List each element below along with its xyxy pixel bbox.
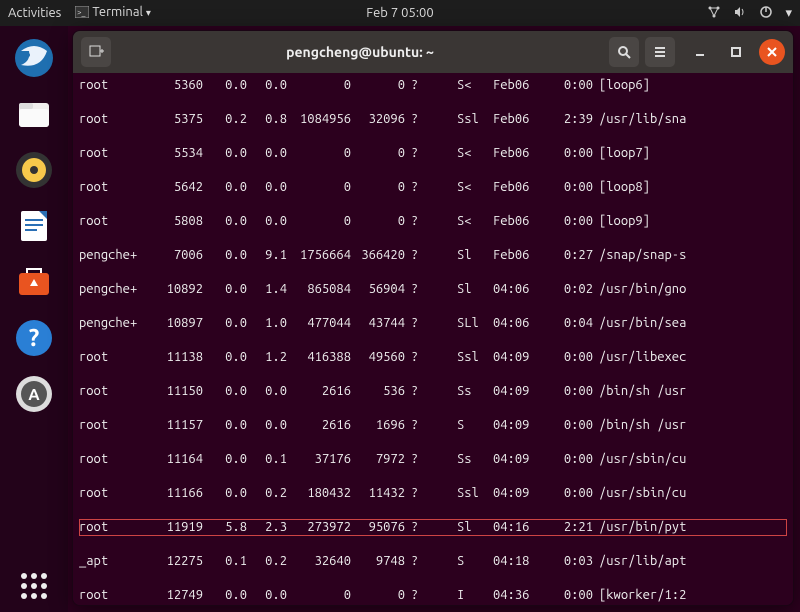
dock: ? A xyxy=(0,26,68,612)
terminal-icon: >_ xyxy=(75,6,89,21)
power-icon[interactable] xyxy=(759,5,773,22)
ps-row: root111640.00.1371767972?Ss04:090:00/usr… xyxy=(79,451,787,468)
ps-row: pengche+108920.01.486508456904?Sl04:060:… xyxy=(79,281,787,298)
rhythmbox-icon[interactable] xyxy=(8,144,60,196)
ps-row: root127490.00.000?I04:360:00[kworker/1:2 xyxy=(79,587,787,604)
svg-text:A: A xyxy=(28,386,40,404)
window-title: pengcheng@ubuntu: ~ xyxy=(117,44,603,60)
ps-row: root56420.00.000?S<Feb060:00[loop8] xyxy=(79,179,787,196)
close-button[interactable] xyxy=(759,39,785,65)
show-applications-icon[interactable] xyxy=(8,560,60,612)
ps-row: root58080.00.000?S<Feb060:00[loop9] xyxy=(79,213,787,230)
network-icon[interactable] xyxy=(707,5,721,22)
ps-row: root55340.00.000?S<Feb060:00[loop7] xyxy=(79,145,787,162)
libreoffice-writer-icon[interactable] xyxy=(8,200,60,252)
ps-row: root111660.00.218043211432?Ssl04:090:00/… xyxy=(79,485,787,502)
software-updater-icon[interactable]: A xyxy=(8,368,60,420)
top-panel: Activities >_ Terminal Feb 7 05:00 ▾ xyxy=(0,0,800,26)
thunderbird-icon[interactable] xyxy=(8,32,60,84)
ps-row: root53600.00.000?S<Feb060:00[loop6] xyxy=(79,77,787,94)
svg-text:?: ? xyxy=(29,324,40,351)
ps-row: pengche+70060.09.11756664366420?SlFeb060… xyxy=(79,247,787,264)
clock[interactable]: Feb 7 05:00 xyxy=(366,6,433,20)
ubuntu-software-icon[interactable] xyxy=(8,256,60,308)
svg-text:>_: >_ xyxy=(77,8,86,17)
app-menu[interactable]: >_ Terminal xyxy=(75,5,151,20)
minimize-button[interactable] xyxy=(687,39,713,65)
help-icon[interactable]: ? xyxy=(8,312,60,364)
search-button[interactable] xyxy=(609,37,639,67)
menu-button[interactable] xyxy=(645,37,675,67)
ps-row: pengche+108970.01.047704443744?SLl04:060… xyxy=(79,315,787,332)
files-icon[interactable] xyxy=(8,88,60,140)
ps-row: root111380.01.241638849560?Ssl04:090:00/… xyxy=(79,349,787,366)
system-menu-caret-icon[interactable]: ▾ xyxy=(785,6,792,21)
activities-button[interactable]: Activities xyxy=(8,6,61,20)
ps-row: root119195.82.327397295076?Sl04:162:21/u… xyxy=(79,519,787,536)
new-tab-button[interactable] xyxy=(81,37,111,67)
titlebar[interactable]: pengcheng@ubuntu: ~ xyxy=(73,31,793,73)
terminal-output[interactable]: root53600.00.000?S<Feb060:00[loop6] root… xyxy=(73,73,793,605)
volume-icon[interactable] xyxy=(733,5,747,22)
ps-row: root53750.20.8108495632096?SslFeb062:39/… xyxy=(79,111,787,128)
ps-row: root111570.00.026161696?S04:090:00/bin/s… xyxy=(79,417,787,434)
maximize-button[interactable] xyxy=(723,39,749,65)
terminal-window: pengcheng@ubuntu: ~ root53600.00.000?S<F… xyxy=(72,30,794,606)
ps-row: root111500.00.02616536?Ss04:090:00/bin/s… xyxy=(79,383,787,400)
ps-row: _apt122750.10.2326409748?S04:180:03/usr/… xyxy=(79,553,787,570)
